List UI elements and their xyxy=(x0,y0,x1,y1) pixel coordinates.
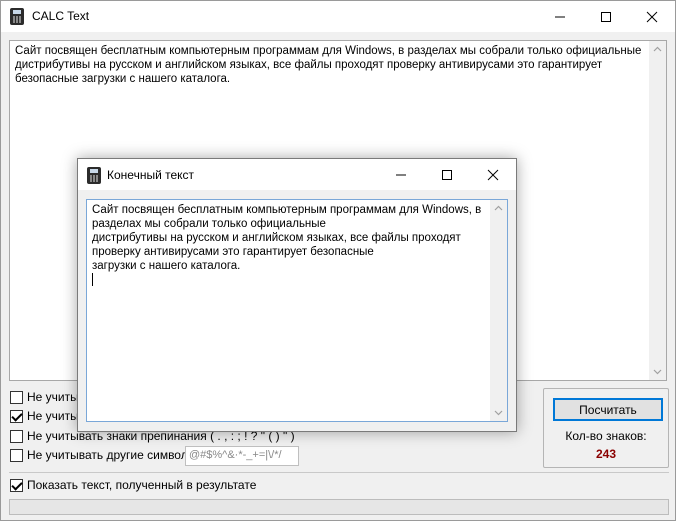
maximize-icon xyxy=(442,169,452,180)
minimize-icon xyxy=(396,174,406,175)
option-ignore-punctuation-checkbox[interactable] xyxy=(10,429,23,443)
option-ignore-other-symbols[interactable]: Не учитывать другие символы xyxy=(10,447,196,463)
maximize-icon xyxy=(601,11,611,22)
scroll-up-icon[interactable] xyxy=(494,204,503,213)
show-result-option[interactable]: Показать текст, полученный в результате xyxy=(10,477,256,493)
show-result-checkbox[interactable] xyxy=(10,478,23,492)
char-count-label: Кол-во знаков: xyxy=(565,429,647,443)
source-text-scrollbar[interactable] xyxy=(649,41,666,380)
source-text: Сайт посвящен бесплатным компьютерным пр… xyxy=(15,45,642,85)
window-title: CALC Text xyxy=(32,9,90,23)
minimize-icon xyxy=(555,16,565,17)
calculator-icon xyxy=(87,167,101,184)
dialog-minimize-button[interactable] xyxy=(378,159,424,190)
scroll-down-icon[interactable] xyxy=(494,408,503,417)
calculate-button[interactable]: Посчитать xyxy=(553,398,663,421)
dialog-title: Конечный текст xyxy=(107,168,195,182)
result-dialog: Конечный текст Сайт посвящен бесплатным … xyxy=(77,158,517,432)
calculator-icon xyxy=(10,8,24,25)
minimize-button[interactable] xyxy=(537,1,583,32)
option-ignore-other-symbols-checkbox[interactable] xyxy=(10,448,23,462)
text-caret xyxy=(92,273,93,286)
option-ignore-1-checkbox[interactable] xyxy=(10,390,23,404)
result-text: Сайт посвящен бесплатным компьютерным пр… xyxy=(92,204,482,272)
char-count-value: 243 xyxy=(595,447,617,461)
close-icon xyxy=(646,11,658,22)
option-ignore-2-checkbox[interactable] xyxy=(10,409,23,423)
dialog-close-button[interactable] xyxy=(470,159,516,190)
dialog-maximize-button[interactable] xyxy=(424,159,470,190)
option-ignore-1[interactable]: Не учитыв xyxy=(10,389,85,405)
scroll-down-icon[interactable] xyxy=(653,367,662,376)
progress-bar xyxy=(9,499,669,515)
result-text-area[interactable]: Сайт посвящен бесплатным компьютерным пр… xyxy=(86,199,508,422)
scroll-up-icon[interactable] xyxy=(653,45,662,54)
title-bar[interactable]: CALC Text xyxy=(1,1,675,32)
result-text-scrollbar[interactable] xyxy=(490,200,507,421)
symbols-input[interactable]: @#$%^&·*-_+=|\/*/ xyxy=(185,446,299,466)
maximize-button[interactable] xyxy=(583,1,629,32)
dialog-title-bar[interactable]: Конечный текст xyxy=(78,159,516,190)
option-ignore-2[interactable]: Не учитыв xyxy=(10,408,85,424)
divider xyxy=(9,472,669,473)
close-button[interactable] xyxy=(629,1,675,32)
close-icon xyxy=(487,169,499,180)
